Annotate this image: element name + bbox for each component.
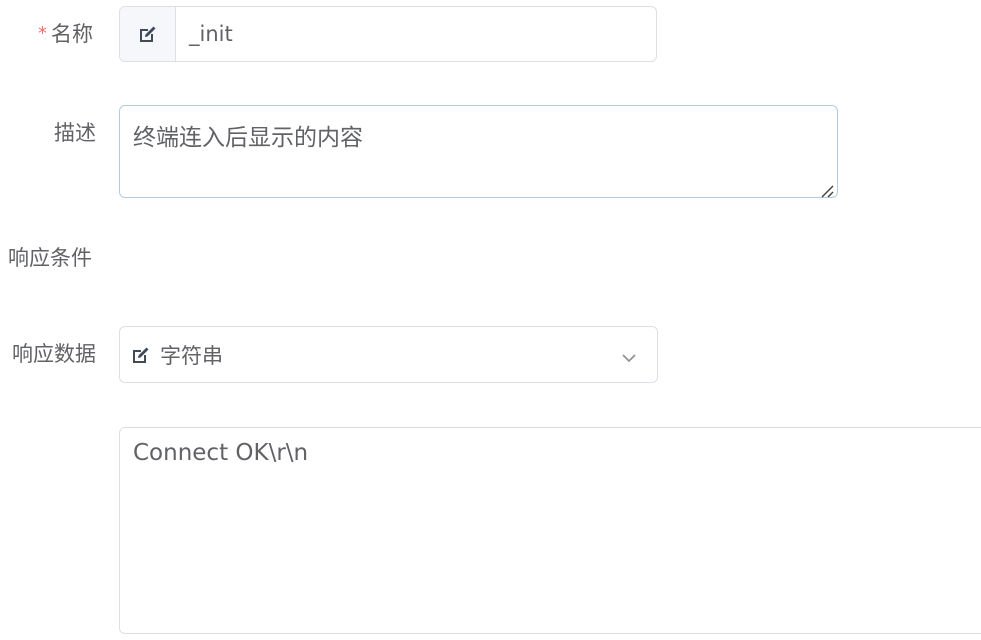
required-mark: * xyxy=(38,23,47,44)
response-data-textarea[interactable]: Connect OK\r\n xyxy=(119,427,981,634)
name-prefix xyxy=(120,7,176,61)
name-input[interactable]: _init xyxy=(176,7,656,61)
description-textarea[interactable]: 终端连入后显示的内容 xyxy=(119,105,838,198)
response-type-value: 字符串 xyxy=(160,343,223,368)
response-data-text: Connect OK\r\n xyxy=(133,440,309,466)
edit-icon xyxy=(139,25,157,43)
name-field[interactable]: _init xyxy=(119,6,657,62)
response-condition-label: 响应条件 xyxy=(8,246,92,270)
name-label-wrap: * 名称 xyxy=(38,20,93,50)
response-data-label: 响应数据 xyxy=(12,342,96,366)
response-type-select[interactable]: 字符串 xyxy=(119,326,658,383)
chevron-down-icon[interactable] xyxy=(621,349,637,362)
resize-handle-icon[interactable] xyxy=(819,179,835,198)
description-text: 终端连入后显示的内容 xyxy=(133,125,363,151)
name-label: 名称 xyxy=(51,22,93,46)
description-label: 描述 xyxy=(54,121,96,145)
form-page: * 名称 _init 描述 终端连入后显示的内容 响应条件 响应数据 字符串 C… xyxy=(0,0,981,640)
edit-icon xyxy=(132,346,150,364)
